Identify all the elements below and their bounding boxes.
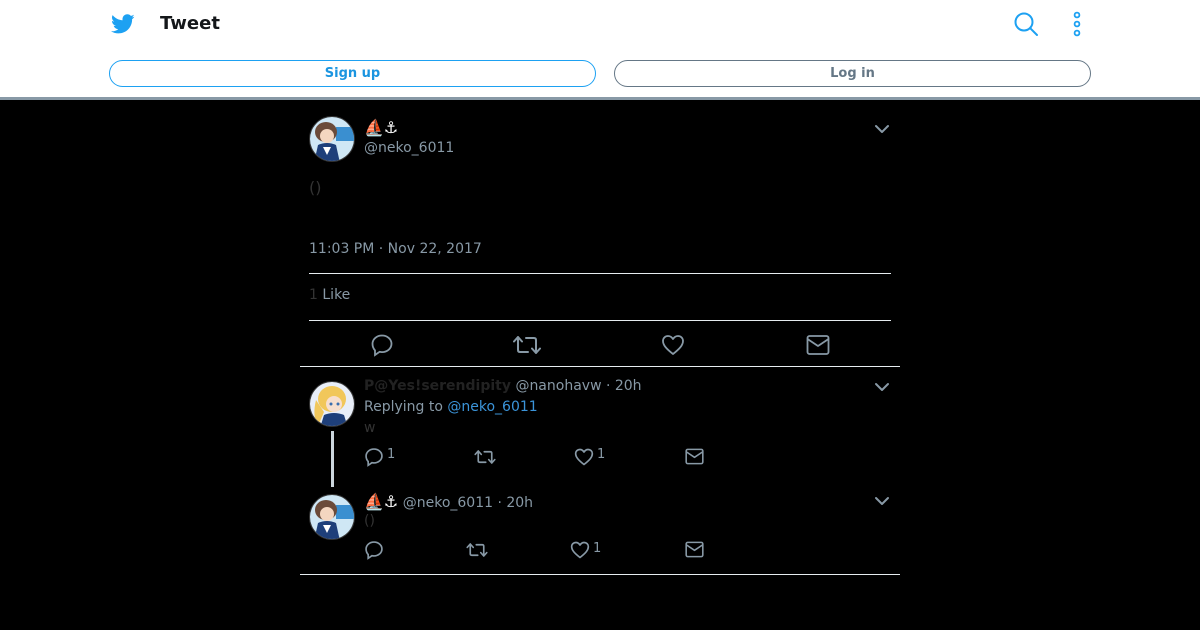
direct-message-icon[interactable] xyxy=(685,447,704,466)
reply-author-handle[interactable]: @neko_6011 xyxy=(403,495,493,511)
page-title: Tweet xyxy=(160,13,220,34)
log-in-button[interactable]: Log in xyxy=(614,60,1091,87)
reply-header: ⛵⚓ @neko_6011 · 20h xyxy=(364,492,533,511)
likes-count: 1 xyxy=(309,287,318,303)
user-handle[interactable]: @neko_6011 xyxy=(364,140,454,156)
direct-message-icon[interactable] xyxy=(685,540,704,559)
avatar[interactable] xyxy=(309,494,355,540)
divider xyxy=(300,366,900,367)
retweet-icon[interactable] xyxy=(474,448,496,466)
retweet-icon[interactable] xyxy=(513,333,541,357)
chevron-down-icon[interactable] xyxy=(874,382,890,392)
reply-header: P@Yes!serendipity @nanohavw · 20h xyxy=(364,378,642,394)
divider xyxy=(309,320,891,321)
twitter-bird-icon[interactable] xyxy=(110,12,136,36)
direct-message-icon[interactable] xyxy=(806,333,830,357)
chevron-down-icon[interactable] xyxy=(874,124,890,134)
thread-line xyxy=(331,431,334,487)
like-icon[interactable] xyxy=(574,447,594,467)
divider xyxy=(309,273,891,274)
like-count: 1 xyxy=(597,447,606,462)
reply-icon[interactable] xyxy=(370,333,394,357)
more-options-icon[interactable] xyxy=(1066,11,1088,37)
sign-up-button[interactable]: Sign up xyxy=(109,60,596,87)
reply-author-name[interactable]: P@Yes!serendipity xyxy=(364,378,511,394)
reply-text: () xyxy=(364,513,375,529)
avatar-image xyxy=(310,117,354,161)
avatar-image xyxy=(310,495,354,539)
reply-count: 1 xyxy=(387,447,396,462)
like-icon[interactable] xyxy=(661,333,685,357)
top-bar: Tweet Sign up Log in xyxy=(0,0,1200,100)
replying-to-label: Replying to xyxy=(364,399,443,415)
avatar[interactable] xyxy=(309,116,355,162)
like-count: 1 xyxy=(593,541,602,556)
search-icon[interactable] xyxy=(1013,11,1039,37)
reply-time[interactable]: · 20h xyxy=(606,378,642,394)
replying-to: Replying to @neko_6011 xyxy=(364,399,538,415)
reply-text: w xyxy=(364,420,376,436)
tweet-text: () xyxy=(309,178,322,197)
tweet-timestamp[interactable]: 11:03 PM · Nov 22, 2017 xyxy=(309,241,482,257)
likes-stat[interactable]: 1 Like xyxy=(309,287,350,303)
chevron-down-icon[interactable] xyxy=(874,496,890,506)
replying-to-link[interactable]: @neko_6011 xyxy=(447,399,537,415)
avatar-image xyxy=(310,382,354,426)
reply-author-name[interactable]: ⛵⚓ xyxy=(364,492,398,511)
reply-time[interactable]: · 20h xyxy=(497,495,533,511)
likes-label: Like xyxy=(322,287,351,303)
like-icon[interactable] xyxy=(570,540,590,560)
reply-icon[interactable] xyxy=(364,540,384,560)
reply-icon[interactable] xyxy=(364,447,384,467)
reply-author-handle[interactable]: @nanohavw xyxy=(515,378,601,394)
divider xyxy=(300,574,900,575)
display-name-emoji: ⛵⚓ xyxy=(364,118,399,137)
retweet-icon[interactable] xyxy=(466,541,488,559)
avatar[interactable] xyxy=(309,381,355,427)
